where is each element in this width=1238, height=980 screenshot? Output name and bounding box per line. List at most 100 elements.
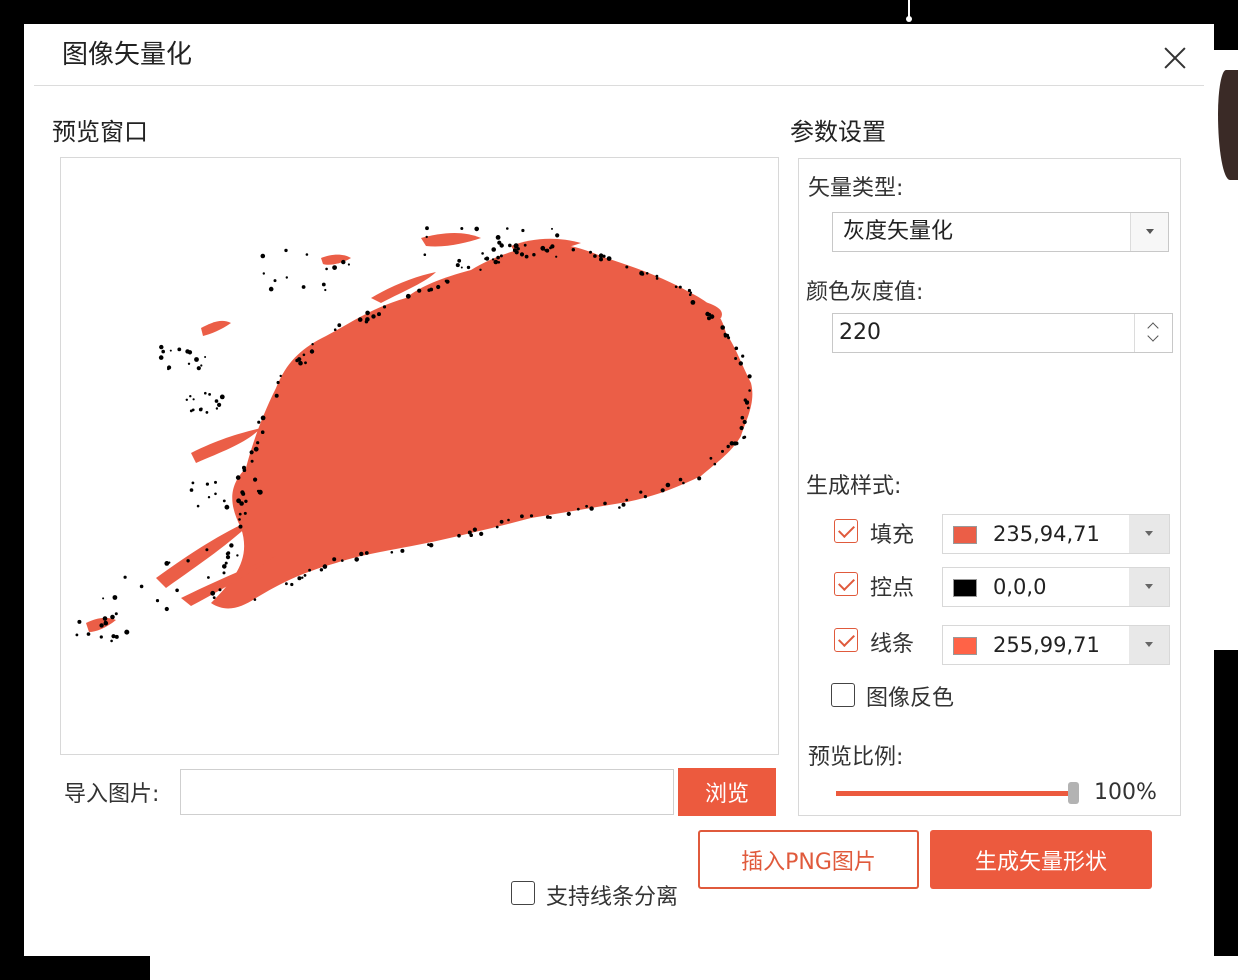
scale-slider-track[interactable] [836,791,1068,796]
browse-button[interactable]: 浏览 [678,768,776,816]
stepper-arrows[interactable] [1134,314,1172,352]
insert-png-button[interactable]: 插入PNG图片 [698,830,919,889]
control-point [514,250,519,255]
control-point [354,557,360,562]
control-point [423,253,427,256]
control-point [114,612,118,616]
control-point [238,512,242,516]
control-point-color-swatch [953,579,977,597]
control-point [214,492,217,496]
control-point [705,311,710,317]
control-point-checkbox[interactable] [834,572,858,596]
control-point [187,362,191,365]
control-point [738,361,743,366]
control-point [238,524,243,529]
control-point [720,325,725,330]
control-point [365,310,370,316]
fill-label: 填充 [870,523,915,548]
control-point [164,561,170,566]
control-point [198,407,203,412]
chevron-down-icon[interactable] [1129,515,1169,553]
control-point [621,502,626,507]
control-point [519,252,525,257]
control-point [726,444,730,449]
control-point [110,614,115,620]
control-point [674,285,678,289]
control-point [205,548,209,552]
control-point [189,488,194,492]
control-point [643,495,648,499]
scale-slider-handle[interactable] [1068,782,1079,804]
fill-color-value: 235,94,71 [993,522,1100,546]
line-color-select[interactable]: 255,99,71 [942,625,1170,665]
control-point [748,389,751,392]
control-point [625,498,629,502]
gray-value-label: 颜色灰度值: [806,280,924,305]
control-point [238,518,241,521]
chevron-down-icon[interactable] [1129,568,1169,606]
control-point [645,272,649,275]
control-point [507,518,510,522]
chevron-down-icon[interactable] [1147,330,1159,342]
chevron-down-icon[interactable] [1129,626,1169,664]
control-point [236,554,239,557]
fill-color-select[interactable]: 235,94,71 [942,514,1170,554]
control-point [571,248,575,252]
control-point [236,498,242,504]
control-point [290,582,294,587]
control-point [707,316,711,321]
control-point [593,254,597,258]
import-path-input[interactable] [180,769,674,815]
control-point [493,259,499,265]
generate-shape-button[interactable]: 生成矢量形状 [930,830,1152,889]
control-point [417,288,422,293]
control-point [341,259,346,265]
control-point [297,357,302,362]
gray-value-stepper[interactable]: 220 [832,313,1173,353]
gray-value-field[interactable]: 220 [839,314,881,352]
control-point [484,257,487,260]
control-point-label: 控点 [870,576,915,601]
split-lines-label: 支持线条分离 [546,885,679,910]
control-point [257,489,263,495]
control-point [371,314,376,319]
control-point [242,465,246,470]
control-point [639,490,643,494]
control-point [309,349,315,354]
fill-checkbox[interactable] [834,519,858,543]
control-point [532,253,536,257]
control-point [405,293,411,299]
control-point [382,305,387,309]
vector-type-label: 矢量类型: [808,176,904,201]
control-point [186,559,190,563]
control-point [99,623,104,628]
control-point [229,543,234,548]
control-point [491,258,495,261]
close-icon[interactable] [1154,38,1194,78]
invert-checkbox[interactable] [831,683,855,707]
control-point [324,288,327,292]
control-point-color-select[interactable]: 0,0,0 [942,567,1170,607]
control-point [243,511,247,515]
control-point [244,499,248,503]
chevron-down-icon[interactable] [1130,213,1168,251]
control-point [455,263,460,268]
control-point [159,344,164,350]
split-lines-checkbox[interactable] [511,881,535,905]
control-point [365,317,370,322]
control-point [302,353,306,357]
control-point [665,482,671,488]
control-point [301,576,304,579]
control-point [347,263,350,266]
vectorize-dialog: 图像矢量化 预览窗口 参数设置 导入图片: 浏览 矢量类型: 灰度矢量化 颜色灰… [24,24,1214,956]
invert-label: 图像反色 [866,686,955,711]
control-point [169,349,172,352]
control-point [219,394,225,400]
control-point [739,425,744,431]
vector-type-select[interactable]: 灰度矢量化 [832,212,1169,252]
control-point [304,361,307,365]
control-point [555,233,560,238]
control-point [196,504,200,508]
control-point [491,247,497,252]
line-checkbox[interactable] [834,628,858,652]
